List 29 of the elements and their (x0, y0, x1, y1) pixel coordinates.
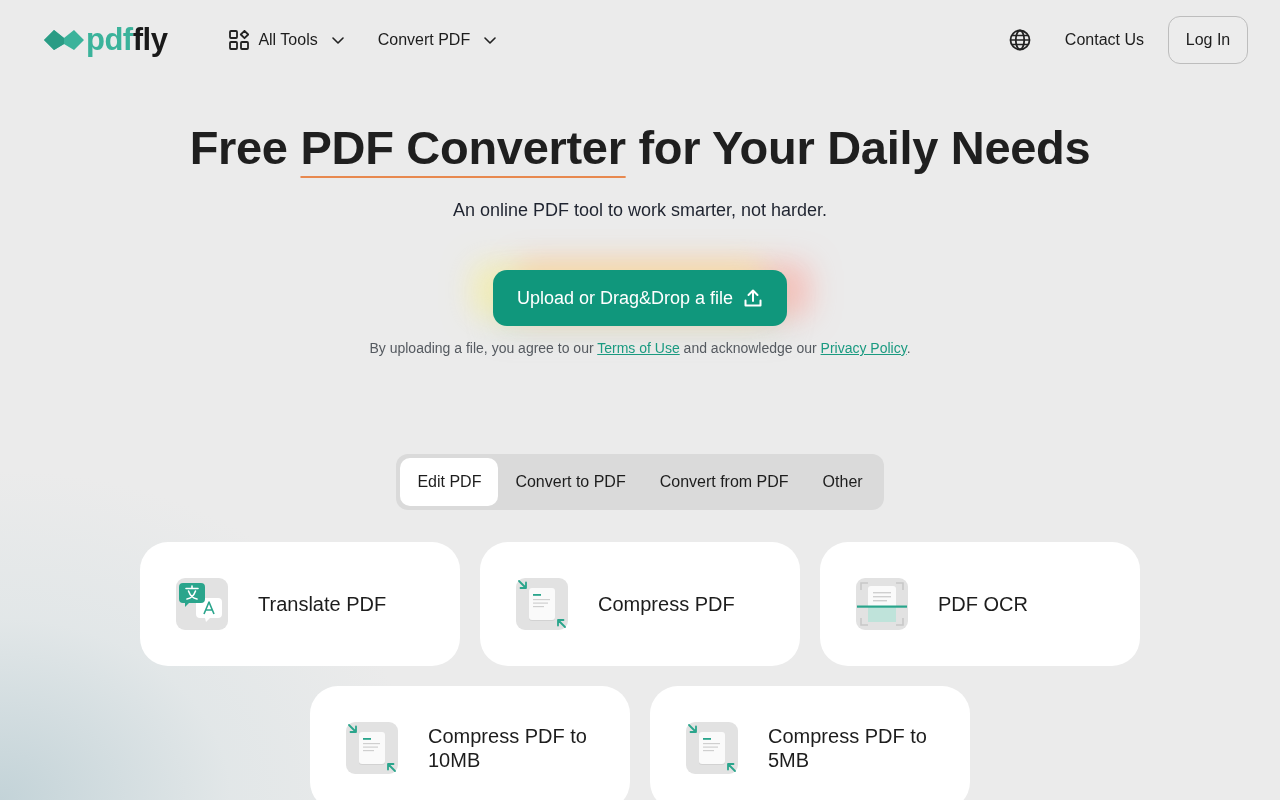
category-tab[interactable]: Convert from PDF (642, 458, 806, 506)
login-button[interactable]: Log In (1168, 16, 1248, 64)
translate-icon (176, 578, 228, 630)
logo-mark-icon (44, 28, 84, 52)
subtitle-text: An online PDF tool to work smarter, not harder. (452, 199, 828, 222)
compress-document-icon (686, 722, 738, 774)
globe-icon[interactable] (1008, 29, 1031, 51)
chevron-down-icon (331, 36, 344, 44)
scan-document-icon (856, 578, 908, 630)
tool-card[interactable]: Compress PDF to 10MB (310, 686, 630, 800)
tool-card[interactable]: Compress PDF (480, 542, 800, 666)
logo-wordmark[interactable]: pdffly (86, 22, 168, 58)
category-tab[interactable]: Convert to PDF (498, 458, 643, 506)
chevron-down-icon (484, 36, 497, 44)
nav-menu-button[interactable]: Convert PDF (377, 31, 497, 49)
consent-text: By uploading a file, you agree to our Terms of Use and acknowledge our Privacy Policy. (369, 339, 911, 358)
compress-document-icon (346, 722, 398, 774)
compress-document-icon (516, 578, 568, 630)
tool-card[interactable]: Compress PDF to 5MB (650, 686, 970, 800)
upload-button[interactable]: Upload or Drag&Drop a file (492, 270, 788, 326)
contact-link[interactable]: Contact Us (1064, 31, 1144, 49)
tool-card[interactable]: PDF OCR (820, 542, 1140, 666)
grid-icon (229, 30, 250, 50)
tool-card[interactable]: Translate PDF (140, 542, 460, 666)
upload-icon (743, 288, 764, 308)
page-title: Free PDF Converter for Your Daily Needs (189, 120, 1091, 176)
category-tab[interactable]: Edit PDF (400, 458, 499, 506)
category-tab[interactable]: Other (805, 458, 880, 506)
nav-menu-button[interactable]: All Tools (229, 30, 344, 50)
